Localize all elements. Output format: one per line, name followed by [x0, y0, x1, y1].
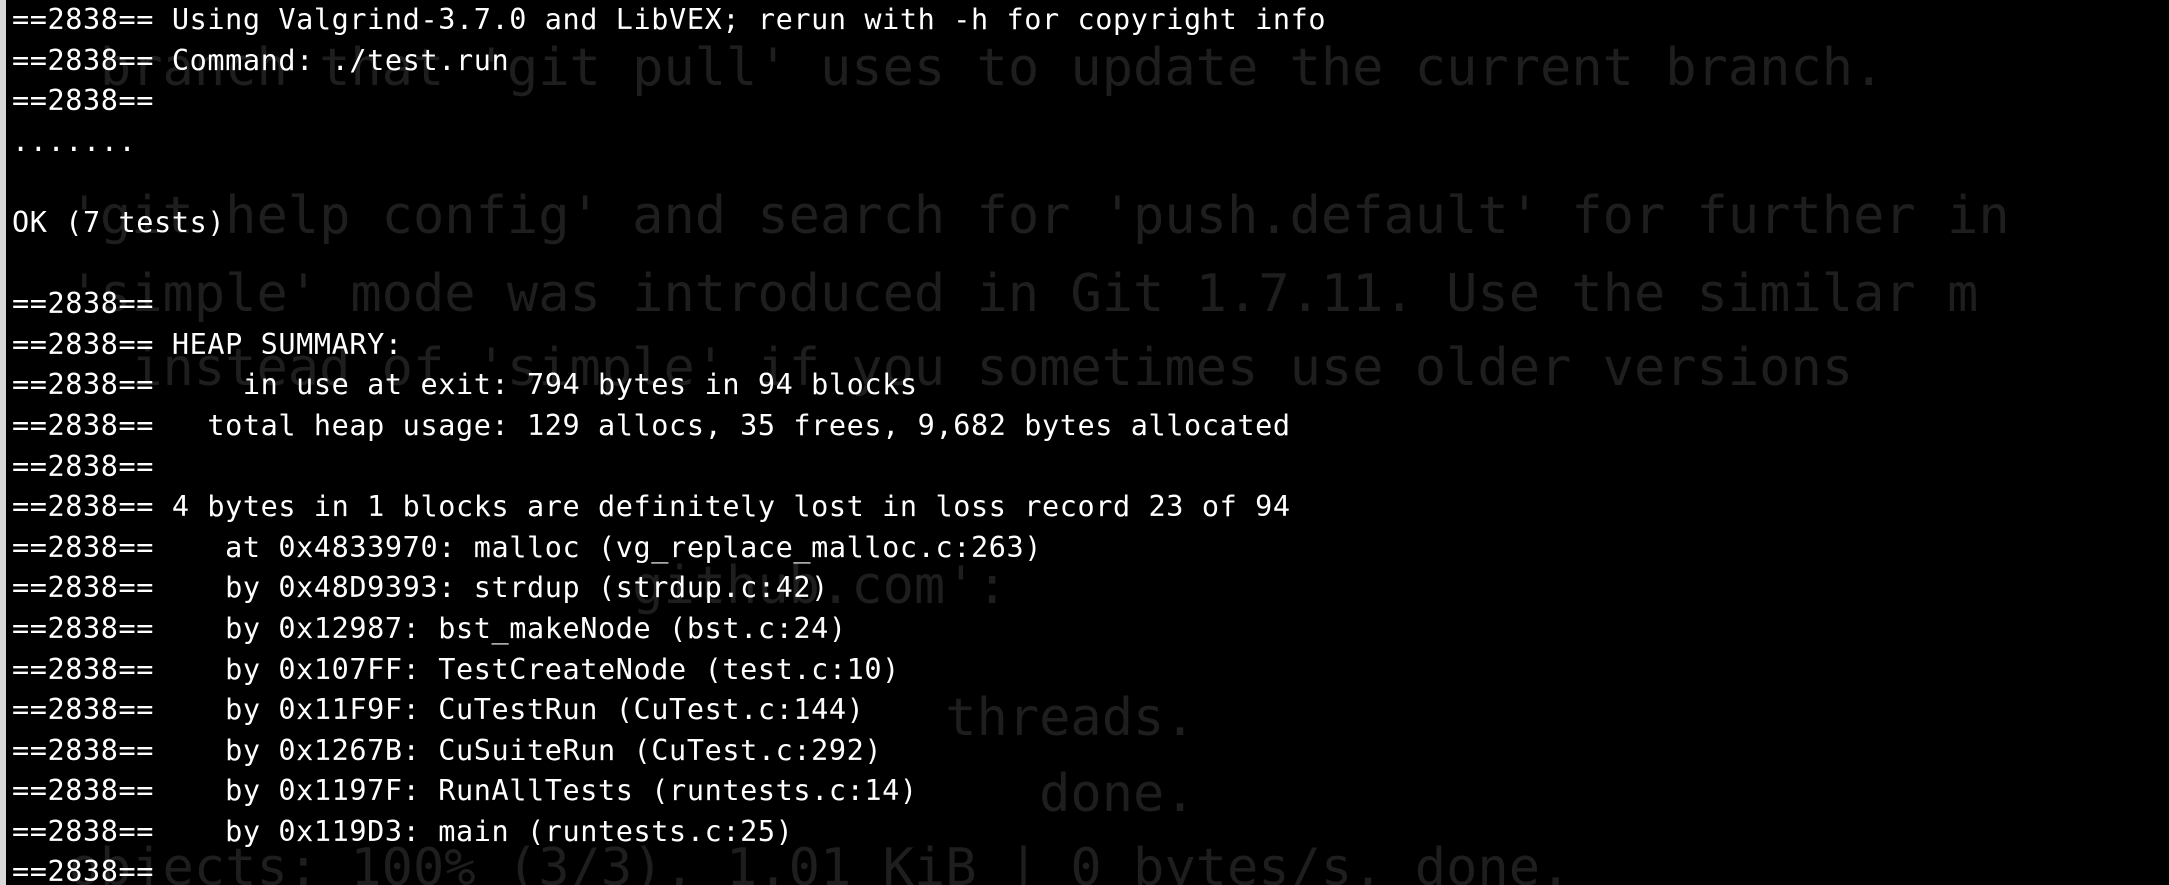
test-progress-dots: .......	[12, 124, 137, 158]
heap-in-use-line: ==2838== in use at exit: 794 bytes in 94…	[12, 368, 918, 402]
command-line: ==2838== Command: ./test.run	[12, 43, 510, 77]
output-line: ==2838==	[12, 287, 155, 321]
stack-frame-line: ==2838== by 0x11F9F: CuTestRun (CuTest.c…	[12, 693, 865, 727]
stack-frame-line: ==2838== by 0x1197F: RunAllTests (runtes…	[12, 774, 918, 808]
terminal-output[interactable]: ==2838== Using Valgrind-3.7.0 and LibVEX…	[12, 0, 2162, 885]
terminal-window[interactable]: the correspondin branch that 'git pull' …	[0, 0, 2169, 885]
test-result-line: OK (7 tests)	[12, 205, 226, 239]
heap-usage-line: ==2838== total heap usage: 129 allocs, 3…	[12, 408, 1291, 442]
leak-record-line: ==2838== 4 bytes in 1 blocks are definit…	[12, 490, 1291, 524]
valgrind-banner-line: ==2838== Using Valgrind-3.7.0 and LibVEX…	[12, 3, 1327, 36]
heap-summary-header: ==2838== HEAP SUMMARY:	[12, 327, 403, 361]
stack-frame-line: ==2838== by 0x1267B: CuSuiteRun (CuTest.…	[12, 733, 883, 767]
output-line: ==2838==	[12, 449, 155, 483]
stack-frame-line: ==2838== by 0x12987: bst_makeNode (bst.c…	[12, 611, 847, 645]
stack-frame-line: ==2838== at 0x4833970: malloc (vg_replac…	[12, 530, 1042, 564]
output-line: ==2838==	[12, 84, 155, 118]
stack-frame-line: ==2838== by 0x48D9393: strdup (strdup.c:…	[12, 571, 829, 605]
stack-frame-line: ==2838== by 0x107FF: TestCreateNode (tes…	[12, 652, 900, 686]
stack-frame-line: ==2838== by 0x119D3: main (runtests.c:25…	[12, 814, 794, 848]
output-line: ==2838==	[12, 855, 155, 885]
